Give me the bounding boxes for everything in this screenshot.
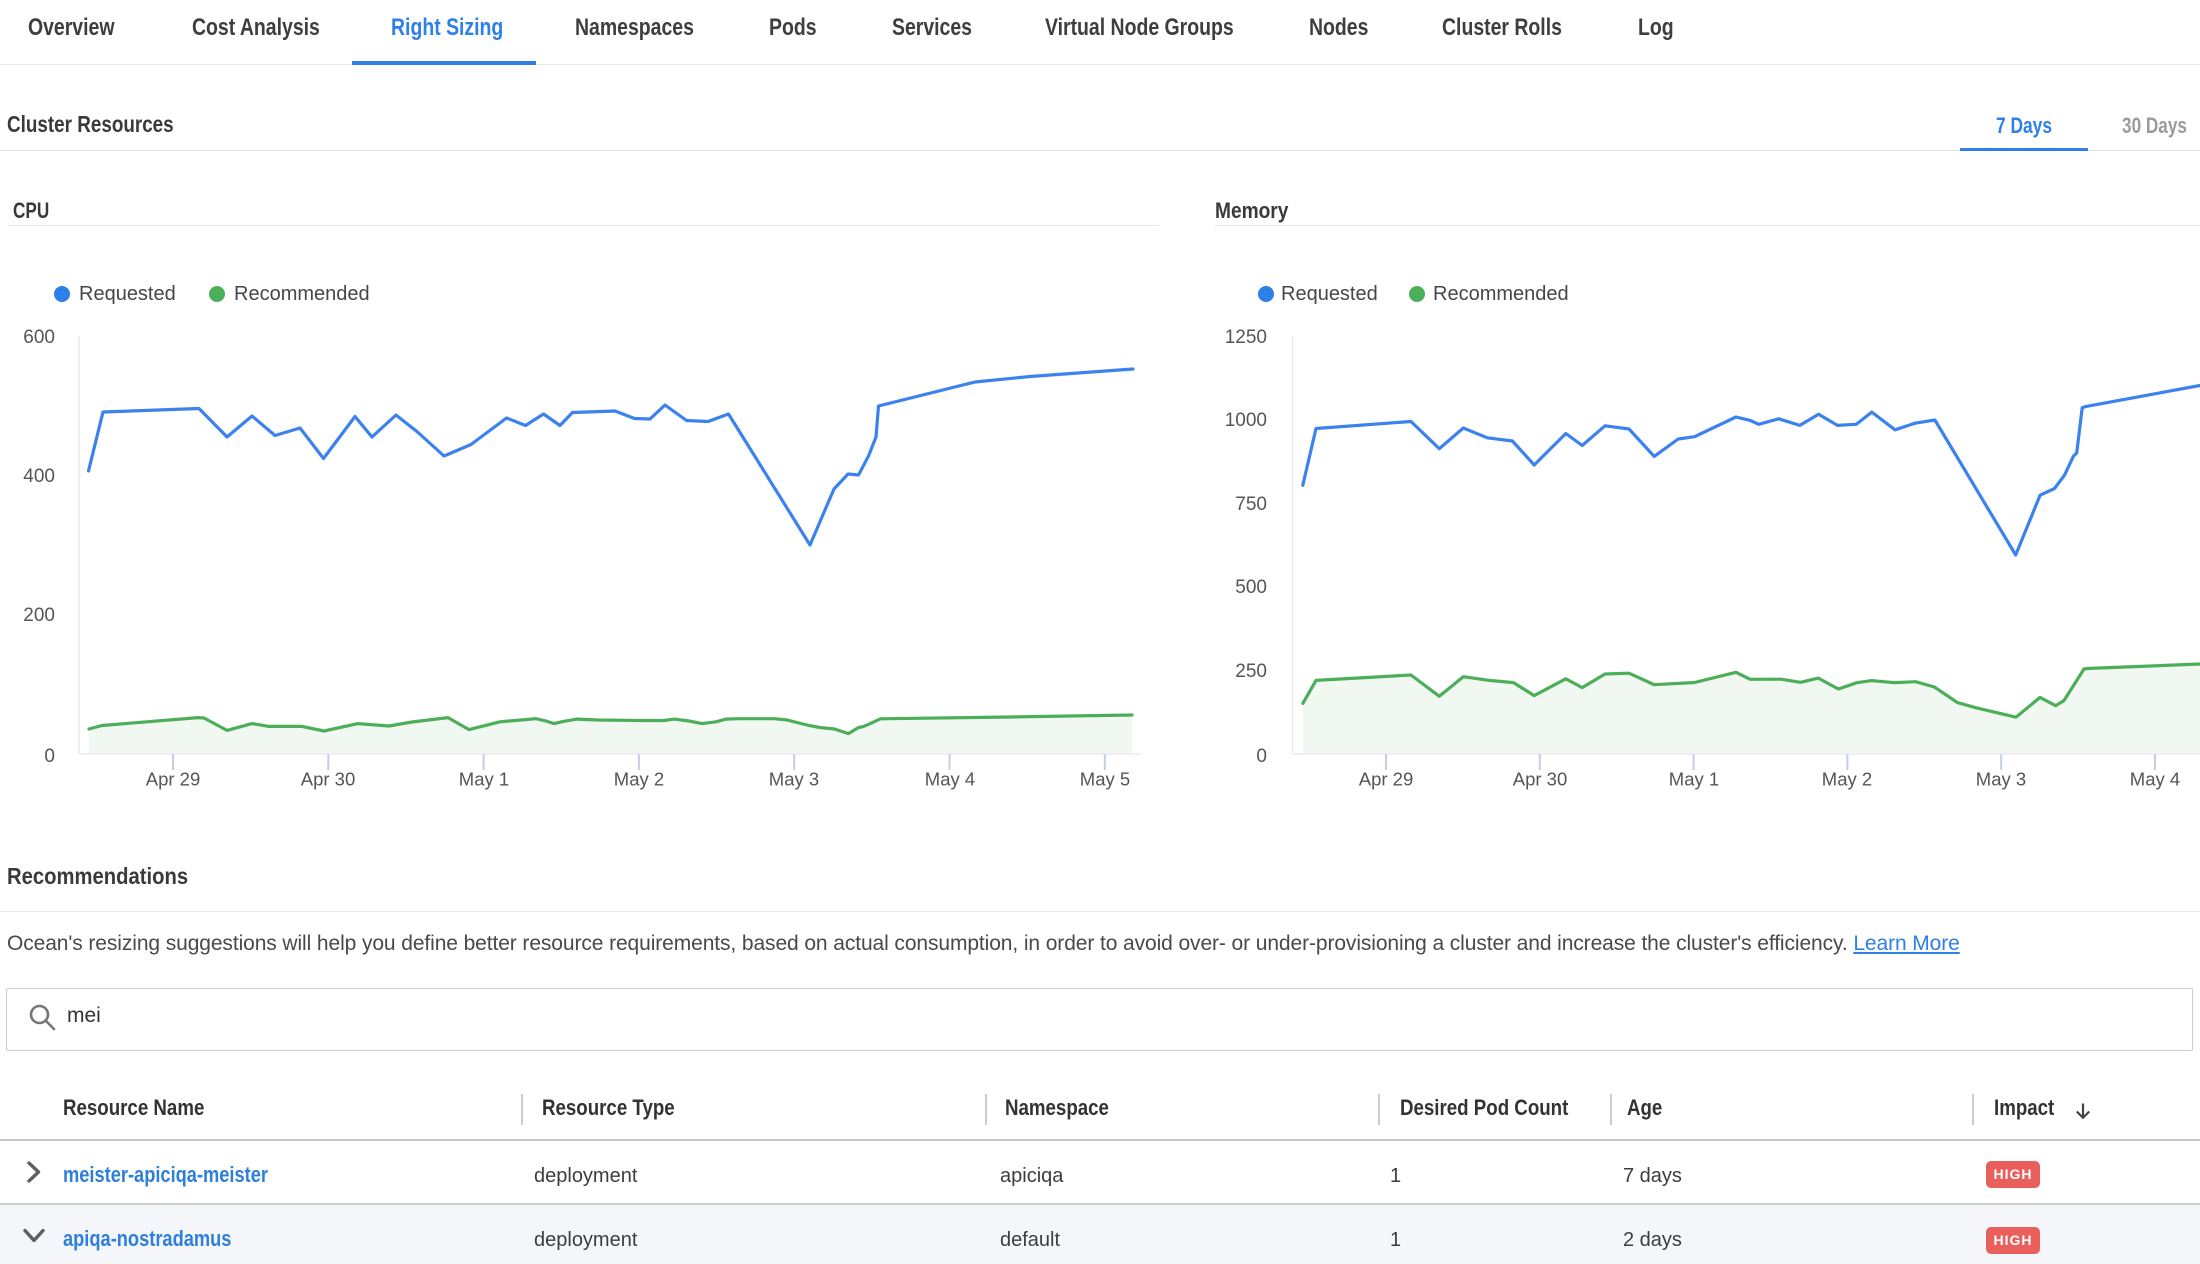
- svg-text:Apr 30: Apr 30: [1513, 769, 1568, 790]
- svg-text:May 3: May 3: [769, 769, 819, 790]
- svg-text:1000: 1000: [1225, 410, 1267, 431]
- svg-text:Apr 29: Apr 29: [146, 769, 201, 790]
- svg-text:May 4: May 4: [925, 769, 975, 790]
- svg-text:1250: 1250: [1225, 327, 1267, 348]
- svg-text:400: 400: [23, 466, 55, 487]
- svg-text:250: 250: [1235, 661, 1267, 682]
- svg-text:May 3: May 3: [1976, 769, 2026, 790]
- svg-text:May 1: May 1: [1669, 769, 1719, 790]
- svg-text:500: 500: [1235, 577, 1267, 598]
- svg-text:May 4: May 4: [2130, 769, 2180, 790]
- svg-text:May 2: May 2: [614, 769, 664, 790]
- svg-text:750: 750: [1235, 494, 1267, 515]
- svg-text:0: 0: [44, 746, 55, 767]
- svg-text:May 1: May 1: [459, 769, 509, 790]
- svg-text:600: 600: [23, 327, 55, 348]
- svg-text:Apr 30: Apr 30: [301, 769, 356, 790]
- svg-text:0: 0: [1256, 746, 1267, 767]
- svg-text:May 2: May 2: [1822, 769, 1872, 790]
- svg-text:Apr 29: Apr 29: [1359, 769, 1414, 790]
- svg-text:200: 200: [23, 605, 55, 626]
- svg-text:May 5: May 5: [1080, 769, 1130, 790]
